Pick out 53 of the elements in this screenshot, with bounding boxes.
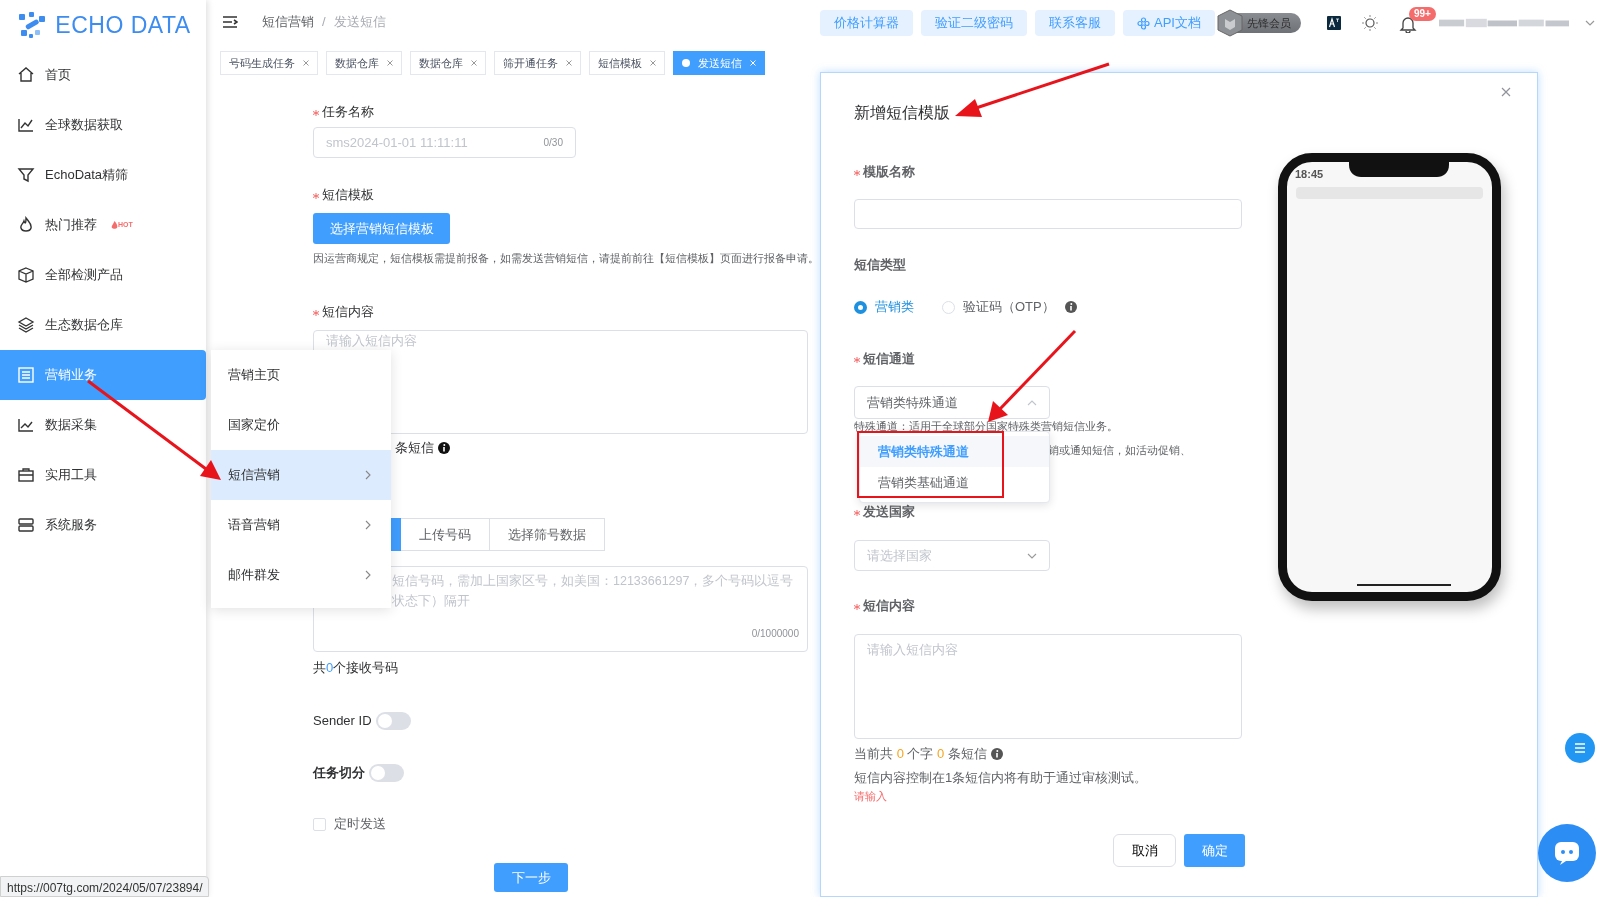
- radio-option[interactable]: 验证码（OTP）: [942, 297, 1055, 317]
- hint-text: 因运营商规定，短信模板需提前报备，如需发送营销短信，请提前前往【短信模板】页面进行报备申请。: [313, 251, 819, 266]
- input-placeholder: sms2024-01-01 11:11:11: [326, 133, 468, 152]
- field-label: 短信通道: [854, 349, 915, 369]
- field-label: 短信内容: [313, 302, 374, 322]
- error-text: 请输入: [854, 789, 888, 804]
- channel-select[interactable]: 营销类特殊通道: [854, 386, 1050, 419]
- segment-button[interactable]: 选择筛号数据: [490, 518, 605, 551]
- field-label: 短信类型: [854, 256, 906, 275]
- sidebar-item[interactable]: 实用工具: [0, 450, 206, 500]
- total-text: 共0个接收号码: [313, 659, 400, 677]
- modal-title: 新增短信模版: [854, 103, 951, 123]
- sidebar-item[interactable]: 数据采集: [0, 400, 206, 450]
- sidebar-item[interactable]: EchoData精筛: [0, 150, 206, 200]
- submenu-item[interactable]: 短信营销: [211, 450, 391, 500]
- page-tab[interactable]: 数据仓库: [326, 51, 402, 75]
- page-tab[interactable]: 筛开通任务: [494, 51, 581, 75]
- field-label: 发送国家: [854, 502, 915, 522]
- sidebar-item[interactable]: 生态数据仓库: [0, 300, 206, 350]
- sidebar-item[interactable]: 全部检测产品: [0, 250, 206, 300]
- segment-button[interactable]: 上传号码: [401, 518, 490, 551]
- status-url: https://007tg.com/2024/05/07/23894/: [0, 876, 210, 897]
- phone-time: 18:45: [1295, 167, 1324, 182]
- submenu-item[interactable]: 语音营销: [211, 500, 391, 550]
- breadcrumb-separator: /: [322, 13, 326, 32]
- switch-label: Sender ID: [313, 712, 372, 731]
- sidebar-item[interactable]: 首页: [0, 50, 206, 100]
- field-label: 短信内容: [854, 596, 915, 616]
- logo-text: ECHO DATA: [55, 10, 191, 40]
- dropdown-option[interactable]: 营销类基础通道: [860, 467, 1049, 498]
- breadcrumb-item[interactable]: 短信营销: [262, 12, 314, 32]
- page-tab[interactable]: 短信模板: [589, 51, 665, 75]
- switch-label: 任务切分: [313, 764, 365, 783]
- field-label: 短信模板: [313, 185, 374, 205]
- checkbox-label: 定时发送: [334, 815, 386, 834]
- breadcrumb-item: 发送短信: [333, 13, 386, 32]
- field-label: 任务名称: [313, 102, 374, 122]
- textarea-placeholder: 请输入短信内容: [867, 642, 958, 657]
- char-counter: 0/1000000: [751, 627, 799, 641]
- counter-text: 当前共 0 个字 0 条短信: [854, 745, 987, 764]
- page-tab[interactable]: 数据仓库: [410, 51, 486, 75]
- hint-text: 特殊通道：适用于全球部分国家特殊类营销短信业务。: [854, 420, 1118, 433]
- field-label: 模版名称: [854, 162, 915, 182]
- page-tab[interactable]: 号码生成任务: [220, 51, 318, 75]
- notification-badge: 99+: [1408, 7, 1436, 22]
- radio-option[interactable]: 营销类: [854, 297, 914, 317]
- sidebar-item[interactable]: 系统服务: [0, 500, 206, 550]
- count-text: 条短信: [395, 439, 434, 458]
- note-text: 短信内容控制在1条短信内将有助于通过审核测试。: [854, 769, 1149, 787]
- cancel-button[interactable]: 取消: [1113, 834, 1176, 867]
- sidebar-item[interactable]: 全球数据获取: [0, 100, 206, 150]
- char-counter: 0/30: [543, 136, 563, 150]
- textarea-placeholder: 请输入短信内容: [326, 333, 417, 348]
